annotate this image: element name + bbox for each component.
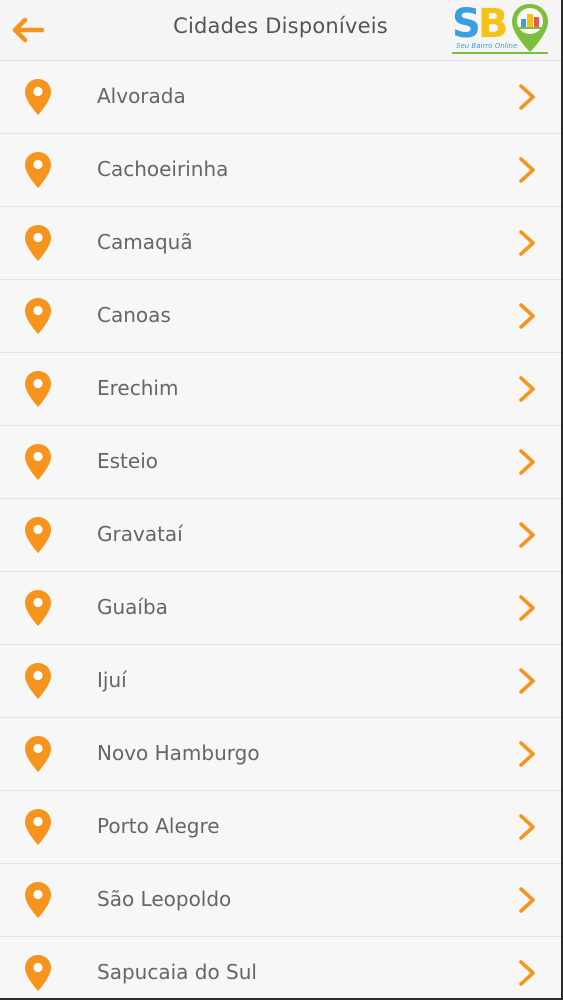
logo-underline [452,52,548,54]
map-pin-icon [25,736,51,772]
city-name: São Leopoldo [97,887,232,911]
city-name: Camaquã [97,230,193,254]
city-name: Gravataí [97,522,183,546]
city-list-item[interactable]: Esteio [0,426,561,499]
logo-letter-s: S [452,1,481,47]
city-name: Alvorada [97,84,186,108]
map-pin-icon [25,152,51,188]
chevron-right-icon [519,376,535,402]
app-header: Cidades Disponíveis SB Seu Bairro Online [0,0,561,61]
chevron-right-icon [519,84,535,110]
city-list-item[interactable]: Sapucaia do Sul [0,937,561,998]
map-pin-icon [25,809,51,845]
chevron-right-icon [519,303,535,329]
city-name: Sapucaia do Sul [97,960,257,984]
chevron-right-icon [519,230,535,256]
map-pin-icon [25,663,51,699]
chevron-right-icon [519,960,535,986]
city-list-item[interactable]: Porto Alegre [0,791,561,864]
city-name: Erechim [97,376,179,400]
map-pin-icon [25,79,51,115]
chevron-right-icon [519,595,535,621]
city-name: Cachoeirinha [97,157,229,181]
logo-letter-b: B [477,1,508,47]
chevron-right-icon [519,522,535,548]
city-list-item[interactable]: Erechim [0,353,561,426]
city-name: Esteio [97,449,158,473]
map-pin-icon [25,517,51,553]
sbo-logo: SB Seu Bairro Online [452,2,552,56]
city-name: Porto Alegre [97,814,220,838]
map-pin-icon [25,225,51,261]
city-list-item[interactable]: Novo Hamburgo [0,718,561,791]
chevron-right-icon [519,887,535,913]
chevron-right-icon [519,668,535,694]
city-name: Novo Hamburgo [97,741,260,765]
city-name: Guaíba [97,595,168,619]
city-list-item[interactable]: Gravataí [0,499,561,572]
city-list-item[interactable]: Cachoeirinha [0,134,561,207]
map-pin-icon [25,955,51,991]
city-list-item[interactable]: Canoas [0,280,561,353]
chevron-right-icon [519,741,535,767]
map-pin-icon [25,298,51,334]
chevron-right-icon [519,449,535,475]
city-list-item[interactable]: Ijuí [0,645,561,718]
city-list-item[interactable]: Alvorada [0,61,561,134]
city-name: Canoas [97,303,171,327]
map-pin-icon [25,371,51,407]
city-list-item[interactable]: Guaíba [0,572,561,645]
city-list-item[interactable]: São Leopoldo [0,864,561,937]
map-pin-icon [25,882,51,918]
map-pin-icon [25,590,51,626]
city-name: Ijuí [97,668,127,692]
chevron-right-icon [519,814,535,840]
map-pin-icon [25,444,51,480]
logo-tagline: Seu Bairro Online [456,42,518,50]
chevron-right-icon [519,157,535,183]
city-list: Alvorada Cachoeirinha Camaquã Canoas Erechim… [0,61,561,998]
logo-wordmark: SB [452,1,508,47]
city-list-item[interactable]: Camaquã [0,207,561,280]
app-screen: Cidades Disponíveis SB Seu Bairro Online… [0,0,563,1000]
